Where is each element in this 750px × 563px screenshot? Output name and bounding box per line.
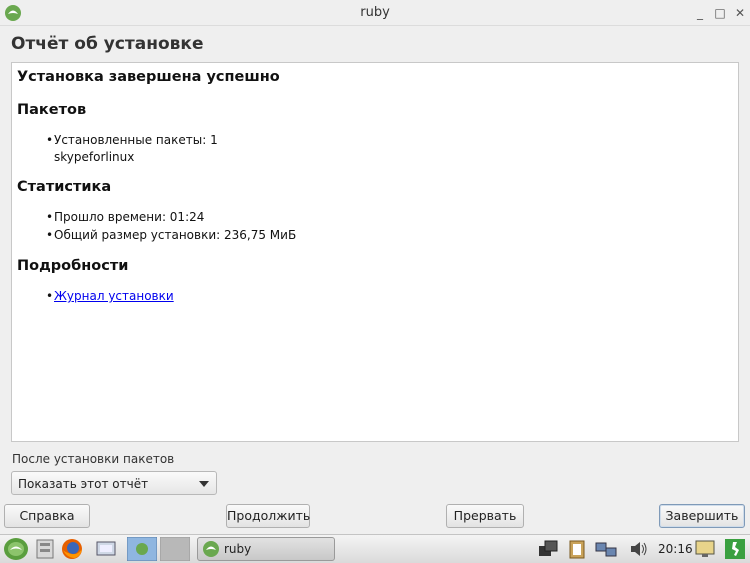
show-desktop-icon[interactable] — [95, 538, 117, 560]
status-heading: Установка завершена успешно — [17, 69, 280, 85]
chevron-down-icon — [199, 481, 209, 487]
taskbar-task-ruby[interactable]: ruby — [197, 537, 335, 561]
firefox-icon[interactable] — [61, 538, 83, 560]
report-panel: Установка завершена успешно Пакетов • Ус… — [11, 62, 739, 442]
network-icon[interactable] — [537, 538, 559, 560]
volume-icon[interactable] — [628, 538, 650, 560]
logout-icon[interactable] — [724, 538, 746, 560]
details-heading: Подробности — [17, 258, 129, 274]
clipboard-icon[interactable] — [566, 538, 588, 560]
install-size: Общий размер установки: 236,75 МиБ — [54, 228, 297, 242]
continue-button[interactable]: Продолжить — [226, 504, 310, 528]
window-titlebar: ruby _ □ ✕ — [0, 0, 750, 26]
list-item: • Прошло времени: 01:24 — [46, 210, 205, 224]
installed-packages-label: Установленные пакеты: 1 — [54, 133, 218, 147]
list-item: • Установленные пакеты: 1 — [46, 133, 218, 147]
bullet-icon: • — [46, 228, 54, 242]
workspace-2-icon[interactable] — [160, 537, 190, 561]
connection-icon[interactable] — [595, 538, 617, 560]
finish-button[interactable]: Завершить — [659, 504, 745, 528]
page-title: Отчёт об установке — [11, 34, 204, 54]
maximize-icon[interactable]: □ — [710, 3, 730, 23]
minimize-icon[interactable]: _ — [690, 3, 710, 23]
after-install-select[interactable]: Показать этот отчёт — [11, 471, 217, 495]
bullet-icon: • — [46, 289, 54, 303]
workspace-1-icon[interactable] — [127, 537, 157, 561]
abort-button[interactable]: Прервать — [446, 504, 524, 528]
clock: 20:16 — [658, 542, 693, 556]
elapsed-time: Прошло времени: 01:24 — [54, 210, 205, 224]
list-item: • Общий размер установки: 236,75 МиБ — [46, 228, 297, 242]
packages-heading: Пакетов — [17, 102, 87, 118]
window-title: ruby — [360, 5, 390, 20]
bullet-icon: • — [46, 133, 54, 147]
update-notifier-icon[interactable] — [694, 538, 716, 560]
ruby-app-icon — [203, 541, 219, 557]
start-menu-icon[interactable] — [3, 537, 29, 561]
after-install-selected: Показать этот отчёт — [18, 477, 149, 491]
bullet-icon: • — [46, 210, 54, 224]
taskbar: ruby 20:16 — [0, 534, 750, 563]
close-icon[interactable]: ✕ — [730, 3, 750, 23]
file-manager-icon[interactable] — [34, 538, 56, 560]
package-name: skypeforlinux — [54, 150, 135, 164]
after-install-label: После установки пакетов — [12, 452, 175, 466]
install-log-link[interactable]: Журнал установки — [54, 289, 174, 303]
statistics-heading: Статистика — [17, 179, 112, 195]
list-item: • Журнал установки — [46, 289, 174, 303]
help-button[interactable]: Справка — [4, 504, 90, 528]
task-label: ruby — [224, 542, 252, 556]
